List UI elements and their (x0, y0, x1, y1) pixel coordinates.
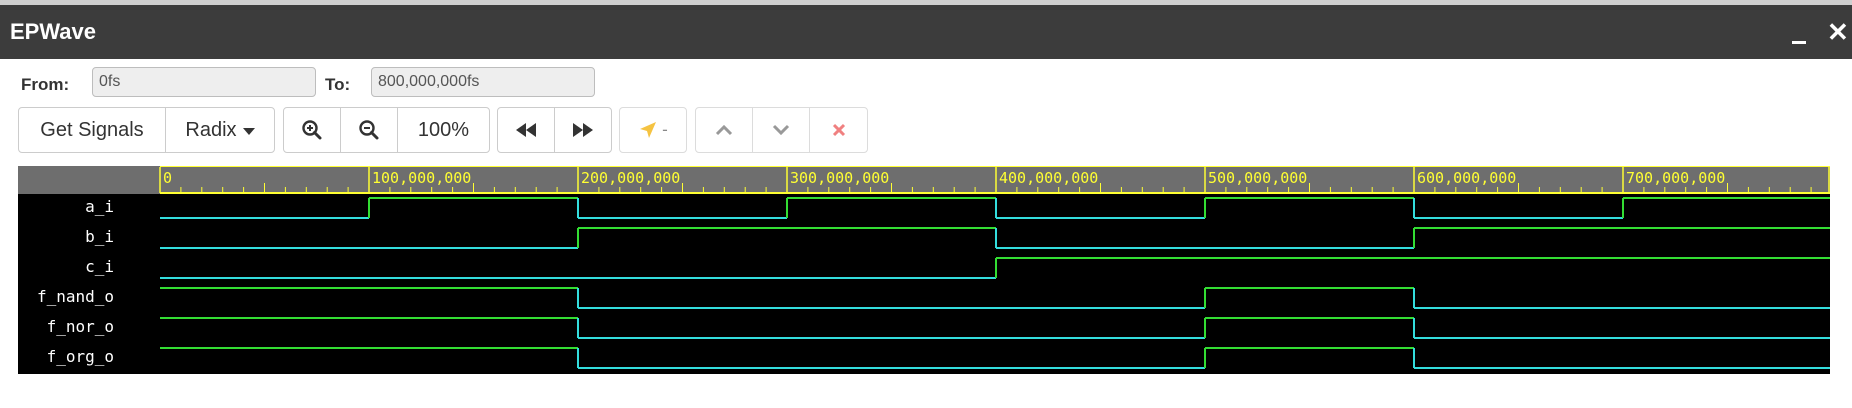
close-icon (832, 123, 845, 137)
to-input[interactable] (371, 67, 595, 97)
waveform-panel[interactable]: 0 100,000,000 200,000,000 300,000,000 400,00… (18, 166, 1830, 374)
get-signals-button[interactable]: Get Signals (19, 108, 166, 152)
signal-name[interactable]: b_i (85, 227, 114, 246)
signal-name[interactable]: a_i (85, 197, 114, 216)
title-bar: EPWave ✕ (0, 5, 1852, 59)
cursor-label: - (662, 120, 668, 139)
timeline-tick-label: 700,000,000 (1626, 169, 1725, 187)
signal-name[interactable]: f_nand_o (37, 287, 114, 306)
zoom-in-button[interactable] (284, 108, 341, 152)
cursor-arrow-icon (640, 122, 657, 138)
rewind-button[interactable] (498, 108, 555, 152)
timeline-label-gutter (18, 166, 160, 194)
navigation-button-group (497, 107, 612, 153)
waveform-canvas[interactable]: 0 100,000,000 200,000,000 300,000,000 400,00… (18, 166, 1830, 374)
cursor-button-group: - (619, 107, 687, 153)
signals-button-group: Get Signals Radix (18, 107, 275, 153)
fast-forward-icon (572, 123, 593, 137)
timeline-tick-label: 200,000,000 (581, 169, 680, 187)
radix-dropdown[interactable]: Radix (166, 108, 274, 152)
fast-forward-button[interactable] (555, 108, 612, 152)
zoom-out-icon (359, 120, 379, 140)
time-range-bar: From: To: (0, 66, 1852, 100)
zoom-level-button[interactable]: 100% (398, 108, 489, 152)
window-title: EPWave (10, 19, 97, 44)
timeline-tick-label: 500,000,000 (1208, 169, 1307, 187)
zoom-level: 100% (417, 118, 470, 141)
toolbar: Get Signals Radix 100% - (0, 107, 1852, 153)
delete-signal-button[interactable] (810, 108, 867, 152)
from-label: From: (21, 75, 70, 94)
minimize-button[interactable] (1791, 21, 1809, 45)
close-window-button[interactable]: ✕ (1827, 19, 1849, 45)
chevron-up-icon (715, 124, 733, 136)
zoom-in-icon (302, 120, 322, 140)
signal-name[interactable]: f_nor_o (47, 317, 114, 336)
signal-order-button-group (695, 107, 868, 153)
to-label: To: (325, 75, 351, 94)
timeline-tick-label: 0 (163, 169, 172, 187)
from-input[interactable] (92, 67, 316, 97)
caret-down-icon (242, 127, 255, 135)
signal-name[interactable]: f_org_o (47, 347, 114, 366)
move-up-button[interactable] (696, 108, 753, 152)
chevron-down-icon (772, 124, 790, 136)
timeline-tick-label: 400,000,000 (999, 169, 1098, 187)
timeline-tick-label: 300,000,000 (790, 169, 889, 187)
zoom-out-button[interactable] (341, 108, 398, 152)
cursor-button[interactable]: - (620, 108, 686, 152)
get-signals-label: Get Signals (40, 118, 144, 141)
signal-name[interactable]: c_i (85, 257, 114, 276)
minimize-icon (1792, 41, 1806, 44)
zoom-button-group: 100% (283, 107, 490, 153)
rewind-icon (515, 123, 536, 137)
timeline-tick-label: 100,000,000 (372, 169, 471, 187)
move-down-button[interactable] (753, 108, 810, 152)
timeline-tick-label: 600,000,000 (1417, 169, 1516, 187)
radix-label: Radix (185, 118, 237, 141)
